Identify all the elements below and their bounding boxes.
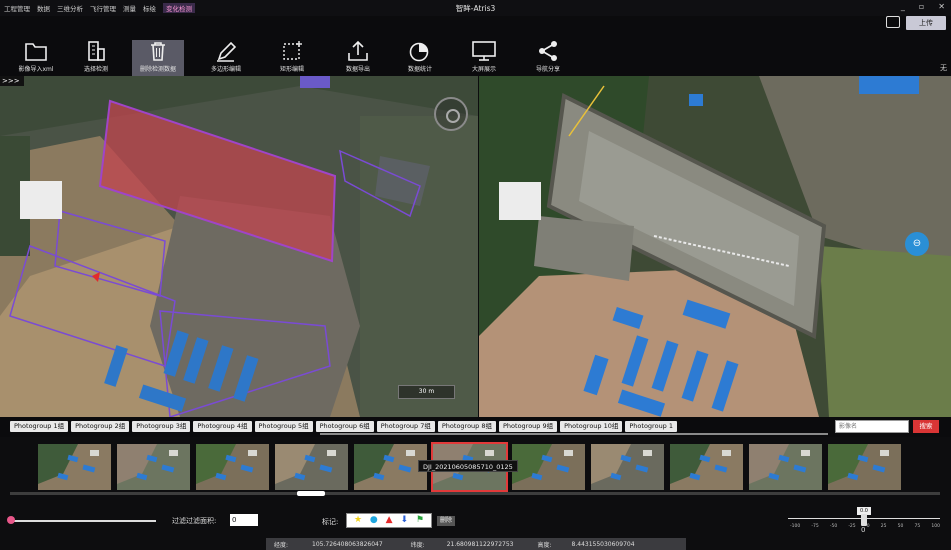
lock-icon[interactable]: ⊖ — [905, 232, 929, 256]
search-button[interactable]: 搜索 — [913, 420, 939, 433]
title-bar: 工程管理 数据 三维分析 飞行管理 测量 标绘 变化检测 智眸-Atris3 _… — [0, 0, 951, 16]
window-controls: _ ▫ ✕ — [901, 2, 945, 11]
photogroup-tabs: Photogroup 1组 Photogroup 2组 Photogroup 3… — [10, 421, 678, 432]
lon-label: 经度: — [274, 541, 289, 549]
tab-photogroup-6[interactable]: Photogroup 6组 — [315, 421, 374, 432]
maximize-icon[interactable]: ▫ — [919, 2, 924, 11]
circle-icon[interactable]: ● — [370, 514, 378, 527]
filter-area-input[interactable]: 0 — [230, 514, 258, 526]
zoom-zero-label: 0 — [861, 526, 866, 534]
opacity-slider[interactable] — [10, 520, 156, 522]
zoom-tick: 0 — [866, 524, 870, 529]
tool-list: 影像导入xml 选择检测 删除检测数据 多边形编辑 矩形编辑 数据导出 数据统计 — [6, 40, 946, 76]
mark-delete-button[interactable]: 删除 — [437, 516, 455, 526]
thumbnail-item[interactable] — [196, 444, 269, 490]
right-image-pane[interactable] — [479, 76, 951, 417]
thumbnail-item[interactable] — [670, 444, 743, 490]
upload-button[interactable]: 上传 — [906, 16, 946, 30]
tab-photogroup-8[interactable]: Photogroup 8组 — [437, 421, 496, 432]
tool-select-detect[interactable]: 选择检测 — [66, 40, 126, 76]
zoom-tick: 75 — [914, 524, 921, 529]
tool-big-screen[interactable]: 大屏展示 — [454, 40, 514, 76]
share-icon — [539, 41, 557, 61]
tool-delete-data[interactable]: 删除检测数据 — [132, 40, 184, 76]
zoom-tick: 50 — [897, 524, 904, 529]
minimize-icon[interactable]: _ — [901, 2, 905, 11]
tool-rect-edit[interactable]: 矩形编辑 — [262, 40, 322, 76]
toolbar: 上传 影像导入xml 选择检测 删除检测数据 多边形编辑 矩形编辑 数据导出 数… — [0, 16, 951, 76]
thumbnail-item[interactable] — [749, 444, 822, 490]
flag-icon[interactable]: ⚑ — [416, 514, 424, 527]
opacity-slider-knob[interactable] — [7, 516, 15, 524]
message-icon[interactable] — [886, 16, 900, 28]
tab-photogroup-10[interactable]: Photogroup 10组 — [560, 421, 623, 432]
height-value: 8.443155030609704 — [571, 540, 635, 548]
toolbar-right-label: 无 — [940, 64, 947, 72]
thumbnail-item[interactable] — [512, 444, 585, 490]
zoom-tick: 25 — [880, 524, 887, 529]
zoom-tick: -100 — [790, 524, 801, 529]
tool-import-xml[interactable]: 影像导入xml — [6, 40, 66, 76]
triangle-icon[interactable]: ▲ — [386, 514, 393, 527]
bottom-controls: 过滤过滤面积: 0 标记: ★ ● ▲ ⬇ ⚑ 删除 0.0 -100 -75 … — [0, 500, 951, 550]
app-title: 智眸-Atris3 — [455, 4, 496, 13]
export-icon — [348, 40, 368, 61]
lat-label: 纬度: — [410, 541, 425, 549]
thumbnail-item[interactable] — [591, 444, 664, 490]
building-icon — [88, 41, 105, 61]
mark-toolbar: ★ ● ▲ ⬇ ⚑ — [346, 513, 432, 528]
mark-label: 标记: — [322, 518, 339, 526]
compass-icon[interactable] — [434, 97, 468, 131]
thumbnail-item[interactable] — [117, 444, 190, 490]
thumbnail-tooltip: DJI_20210605085710_0125 — [418, 460, 518, 472]
tab-photogroup-5[interactable]: Photogroup 5组 — [254, 421, 313, 432]
tab-photogroup-4[interactable]: Photogroup 4组 — [193, 421, 252, 432]
star-icon[interactable]: ★ — [354, 514, 362, 527]
thumbnail-scrollbar[interactable] — [10, 492, 940, 495]
tab-photogroup-7[interactable]: Photogroup 7组 — [376, 421, 435, 432]
zoom-tick: -50 — [829, 524, 838, 529]
image-search-input[interactable] — [835, 420, 909, 433]
right-aerial-image — [479, 76, 951, 417]
tool-polygon-edit[interactable]: 多边形编辑 — [196, 40, 256, 76]
status-bar: 经度: 105.726408063826047 纬度: 21.680981122… — [266, 538, 686, 550]
tool-export[interactable]: 数据导出 — [328, 40, 388, 76]
scale-bar: 30 m — [398, 385, 455, 399]
close-icon[interactable]: ✕ — [938, 2, 945, 11]
zoom-tick: -75 — [811, 524, 819, 529]
tool-statistics[interactable]: 数据统计 — [390, 40, 450, 76]
zoom-tick: 100 — [931, 524, 940, 529]
thumbnail-item[interactable] — [275, 444, 348, 490]
arrow-down-icon[interactable]: ⬇ — [400, 514, 408, 527]
tab-photogroup-3[interactable]: Photogroup 3组 — [132, 421, 191, 432]
tab-photogroup-11[interactable]: Photogroup 1 — [625, 421, 678, 432]
thumbnail-item[interactable] — [354, 444, 427, 490]
left-image-pane[interactable] — [0, 76, 478, 417]
expand-panel-button[interactable]: >>> — [0, 76, 24, 86]
tab-photogroup-9[interactable]: Photogroup 9组 — [499, 421, 558, 432]
thumbnail-scroll-handle[interactable] — [297, 491, 325, 496]
folder-icon — [25, 43, 47, 61]
rect-edit-icon — [283, 41, 302, 60]
tool-share[interactable]: 导航分享 — [518, 40, 578, 76]
filter-area-label: 过滤过滤面积: — [172, 517, 217, 525]
photogroup-strip: Photogroup 1组 Photogroup 2组 Photogroup 3… — [0, 417, 951, 437]
lat-value: 21.680981122972753 — [446, 540, 514, 548]
lon-value: 105.726408063826047 — [312, 540, 383, 548]
zoom-tick: -25 — [848, 524, 856, 529]
tab-photogroup-2[interactable]: Photogroup 2组 — [71, 421, 130, 432]
tab-photogroup-1[interactable]: Photogroup 1组 — [10, 421, 69, 432]
thumbnail-item[interactable] — [38, 444, 111, 490]
pie-chart-icon — [409, 42, 429, 62]
thumbnail-item[interactable] — [828, 444, 901, 490]
monitor-icon — [472, 41, 496, 61]
photogroup-scrollbar[interactable] — [320, 433, 828, 435]
pen-icon — [217, 41, 237, 62]
height-label: 高度: — [537, 541, 552, 549]
left-aerial-image — [0, 76, 478, 417]
trash-icon — [151, 42, 165, 61]
